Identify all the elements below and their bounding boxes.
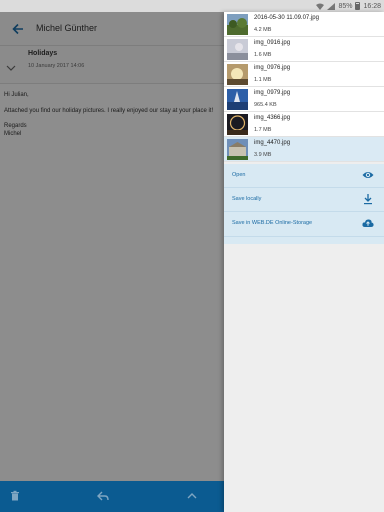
attachment-item[interactable]: img_0976.jpg 1.1 MB bbox=[224, 62, 384, 87]
download-icon bbox=[364, 194, 372, 205]
attachment-actions: Open Save locally Save in WEB.DE Online-… bbox=[224, 164, 384, 244]
reply-icon[interactable] bbox=[97, 490, 109, 502]
eye-icon bbox=[362, 172, 374, 178]
battery-percent: 85% bbox=[338, 2, 353, 10]
attachment-size: 1.7 MB bbox=[254, 127, 272, 133]
attachment-size: 1.1 MB bbox=[254, 77, 272, 83]
save-cloud-action[interactable]: Save in WEB.DE Online-Storage bbox=[224, 212, 384, 237]
status-bar: 85% 16:28 bbox=[0, 0, 384, 12]
attachment-name: img_0976.jpg bbox=[254, 65, 291, 71]
signal-icon bbox=[327, 2, 336, 10]
attachment-name: img_0979.jpg bbox=[254, 90, 291, 96]
attachment-size: 3.9 MB bbox=[254, 152, 272, 158]
attachment-name: img_0916.jpg bbox=[254, 40, 291, 46]
attachment-name: 2016-05-30 11.09.07.jpg bbox=[254, 15, 319, 21]
thumbnail-ferris-wheel bbox=[227, 114, 248, 135]
save-cloud-label: Save in WEB.DE Online-Storage bbox=[232, 220, 313, 226]
email-bottom-bar bbox=[0, 481, 224, 512]
open-action[interactable]: Open bbox=[224, 164, 384, 188]
attachment-name: img_4470.jpg bbox=[254, 140, 291, 146]
attachment-name: img_4366.jpg bbox=[254, 115, 291, 121]
thumbnail-blue-sky bbox=[227, 89, 248, 110]
email-pane: Michel Günther Holidays 10 January 2017 … bbox=[0, 12, 224, 512]
attachment-item[interactable]: img_0916.jpg 1.6 MB bbox=[224, 37, 384, 62]
trash-icon[interactable] bbox=[9, 490, 21, 502]
attachments-panel: 2016-05-30 11.09.07.jpg 4.2 MB img_0916.… bbox=[224, 12, 384, 512]
chevron-up-icon[interactable] bbox=[186, 490, 198, 502]
attachment-size: 4.2 MB bbox=[254, 27, 272, 33]
save-locally-action[interactable]: Save locally bbox=[224, 188, 384, 212]
thumbnail-sky-haze bbox=[227, 39, 248, 60]
attachment-item-selected[interactable]: img_4470.jpg 3.9 MB bbox=[224, 137, 384, 162]
clock: 16:28 bbox=[363, 2, 381, 10]
thumbnail-landscape-trees bbox=[227, 14, 248, 35]
attachment-item[interactable]: img_4366.jpg 1.7 MB bbox=[224, 112, 384, 137]
wifi-icon bbox=[316, 3, 325, 10]
save-locally-label: Save locally bbox=[232, 196, 262, 202]
attachment-size: 965.4 KB bbox=[254, 102, 277, 108]
thumbnail-building bbox=[227, 139, 248, 160]
attachment-size: 1.6 MB bbox=[254, 52, 272, 58]
attachment-item[interactable]: img_0979.jpg 965.4 KB bbox=[224, 87, 384, 112]
status-indicators: 85% 16:28 bbox=[316, 0, 381, 12]
modal-scrim[interactable] bbox=[0, 12, 224, 512]
open-label: Open bbox=[232, 172, 246, 178]
cloud-upload-icon bbox=[362, 219, 374, 227]
battery-icon bbox=[355, 2, 361, 10]
thumbnail-sunset bbox=[227, 64, 248, 85]
attachment-item[interactable]: 2016-05-30 11.09.07.jpg 4.2 MB bbox=[224, 12, 384, 37]
